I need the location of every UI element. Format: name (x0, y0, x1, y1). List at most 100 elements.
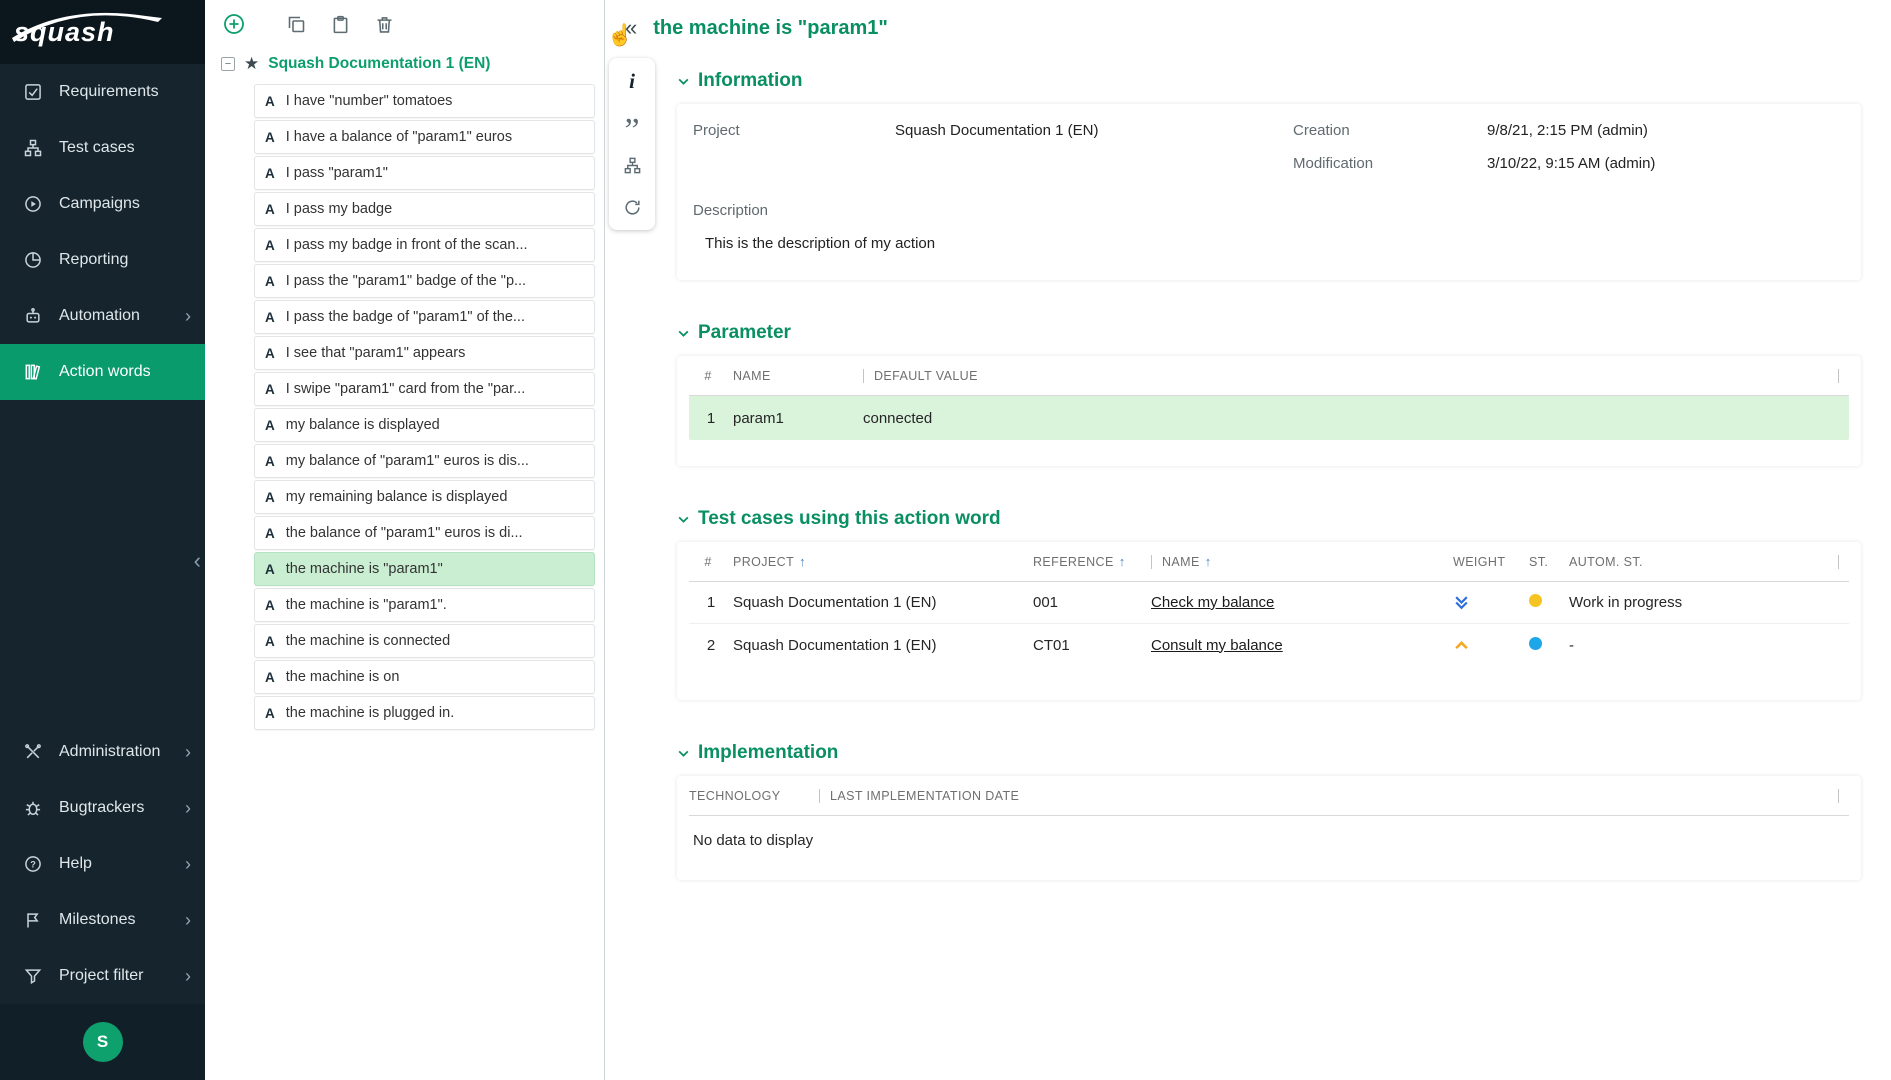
action-word-item[interactable]: Amy balance is displayed (254, 408, 595, 442)
column-header-reference[interactable]: REFERENCE↑ (1033, 554, 1151, 569)
test-case-link[interactable]: Check my balance (1151, 594, 1274, 611)
sidebar-item-requirements[interactable]: Requirements (0, 64, 205, 120)
column-header-technology[interactable]: TECHNOLOGY (689, 789, 819, 803)
column-header-index[interactable]: # (689, 369, 733, 383)
action-word-item[interactable]: Athe machine is "param1". (254, 588, 595, 622)
user-avatar[interactable]: S (83, 1022, 123, 1062)
column-header-name[interactable]: NAME (733, 369, 863, 383)
sidebar-spacer (0, 400, 205, 724)
delete-icon[interactable] (371, 11, 397, 37)
section-parameter-header[interactable]: Parameter (677, 322, 1861, 344)
squash-logo[interactable]: squash (0, 0, 205, 64)
chevron-right-icon: › (185, 307, 191, 325)
test-case-link[interactable]: Consult my balance (1151, 637, 1283, 654)
paste-icon[interactable] (327, 11, 353, 37)
parameter-default-value[interactable]: connected (863, 410, 1849, 427)
sort-asc-icon: ↑ (1119, 554, 1126, 569)
action-word-item[interactable]: Amy remaining balance is displayed (254, 480, 595, 514)
tab-quote[interactable]: ” (611, 102, 653, 144)
action-word-item[interactable]: AI pass my badge in front of the scan... (254, 228, 595, 262)
parameter-row[interactable]: 1 ☝ param1 connected (689, 396, 1849, 440)
collapse-minus-icon[interactable]: − (221, 57, 235, 71)
test-case-row[interactable]: 2 Squash Documentation 1 (EN) CT01 Consu… (689, 624, 1849, 666)
action-word-item[interactable]: Athe machine is connected (254, 624, 595, 658)
sidebar-item-label: Campaigns (59, 195, 140, 213)
modification-label: Modification (1293, 155, 1487, 172)
section-title-parameter: Parameter (698, 322, 791, 344)
sidebar-item-campaigns[interactable]: Campaigns (0, 176, 205, 232)
automation-icon (22, 305, 44, 327)
action-word-item[interactable]: AI pass the badge of "param1" of the... (254, 300, 595, 334)
sidebar-item-reporting[interactable]: Reporting (0, 232, 205, 288)
column-header-autom-status[interactable]: AUTOM. ST. (1569, 555, 1849, 569)
tree-root-row[interactable]: − ★ Squash Documentation 1 (EN) (205, 48, 604, 82)
sidebar-item-test-cases[interactable]: Test cases (0, 120, 205, 176)
action-word-icon: A (265, 346, 275, 361)
action-word-item[interactable]: A I have "number" tomatoes (254, 84, 595, 118)
action-word-item[interactable]: Athe machine is plugged in. (254, 696, 595, 730)
sidebar-item-automation[interactable]: Automation › (0, 288, 205, 344)
tab-tree[interactable] (611, 144, 653, 186)
status-dot (1529, 594, 1542, 607)
action-word-item[interactable]: AI have a balance of "param1" euros (254, 120, 595, 154)
tree-icon (623, 156, 642, 175)
parameter-name[interactable]: param1 (733, 410, 863, 427)
column-header-name[interactable]: NAME↑ (1151, 555, 1453, 569)
project-root-label[interactable]: Squash Documentation 1 (EN) (268, 55, 490, 73)
action-words-tree-panel: − ★ Squash Documentation 1 (EN) AI have … (205, 0, 605, 1080)
test-case-row[interactable]: 1 Squash Documentation 1 (EN) 001 Check … (689, 582, 1849, 624)
action-word-item[interactable]: AI pass "param1" (254, 156, 595, 190)
column-header-default-value[interactable]: DEFAULT VALUE (863, 369, 1849, 383)
test-case-autom-status: Work in progress (1569, 594, 1849, 611)
action-word-item[interactable]: AI pass the "param1" badge of the "p... (254, 264, 595, 298)
action-word-item[interactable]: AI swipe "param1" card from the "par... (254, 372, 595, 406)
action-word-item-selected[interactable]: Athe machine is "param1" (254, 552, 595, 586)
sidebar-item-milestones[interactable]: Milestones › (0, 892, 205, 948)
column-header-project[interactable]: PROJECT↑ (733, 554, 1033, 569)
action-word-label: the machine is "param1". (286, 597, 447, 613)
section-title-information: Information (698, 70, 803, 92)
column-header-last-date[interactable]: LAST IMPLEMENTATION DATE (819, 789, 1849, 803)
sidebar-collapse-icon[interactable]: ‹ (194, 548, 201, 574)
action-word-label: I have "number" tomatoes (286, 93, 453, 109)
parameter-card: # NAME DEFAULT VALUE 1 ☝ param1 connecte… (677, 356, 1861, 466)
action-word-icon: A (265, 634, 275, 649)
sidebar-item-bugtrackers[interactable]: Bugtrackers › (0, 780, 205, 836)
copy-icon[interactable] (283, 11, 309, 37)
action-word-item[interactable]: AI see that "param1" appears (254, 336, 595, 370)
add-icon[interactable] (221, 11, 247, 37)
description-value[interactable]: This is the description of my action (693, 235, 1841, 252)
sidebar-item-help[interactable]: ? Help › (0, 836, 205, 892)
information-card: Project Squash Documentation 1 (EN) Crea… (677, 104, 1861, 280)
reporting-icon (22, 249, 44, 271)
sidebar-item-action-words[interactable]: Action words (0, 344, 205, 400)
sidebar-item-administration[interactable]: Administration › (0, 724, 205, 780)
description-label: Description (693, 202, 1841, 219)
column-header-weight[interactable]: WEIGHT (1453, 555, 1529, 569)
action-word-icon: A (265, 94, 275, 109)
sidebar-item-project-filter[interactable]: Project filter › (0, 948, 205, 1004)
section-implementation-header[interactable]: Implementation (677, 742, 1861, 764)
sidebar-item-label: Reporting (59, 251, 128, 269)
svg-text:?: ? (30, 859, 36, 869)
section-information-header[interactable]: Information (677, 70, 1861, 92)
column-header-status[interactable]: ST. (1529, 555, 1569, 569)
action-word-item[interactable]: Athe machine is on (254, 660, 595, 694)
action-word-item[interactable]: Amy balance of "param1" euros is dis... (254, 444, 595, 478)
sort-asc-icon: ↑ (799, 554, 806, 569)
tab-information[interactable]: i (611, 60, 653, 102)
sidebar-item-label: Administration (59, 743, 160, 761)
parameter-table-header: # NAME DEFAULT VALUE (689, 356, 1849, 396)
chevron-down-icon (677, 327, 690, 340)
section-test-cases-header[interactable]: Test cases using this action word (677, 508, 1861, 530)
column-header-index[interactable]: # (689, 555, 733, 569)
action-word-item[interactable]: AI pass my badge (254, 192, 595, 226)
implementation-table-header: TECHNOLOGY LAST IMPLEMENTATION DATE (689, 776, 1849, 816)
administration-icon (22, 741, 44, 763)
action-word-item[interactable]: Athe balance of "param1" euros is di... (254, 516, 595, 550)
detail-content: Information Project Squash Documentation… (605, 56, 1891, 1080)
tab-automation[interactable] (611, 186, 653, 228)
page-title: the machine is "param1" (653, 17, 888, 40)
sidebar-item-label: Requirements (59, 83, 159, 101)
action-word-label: I pass "param1" (286, 165, 388, 181)
